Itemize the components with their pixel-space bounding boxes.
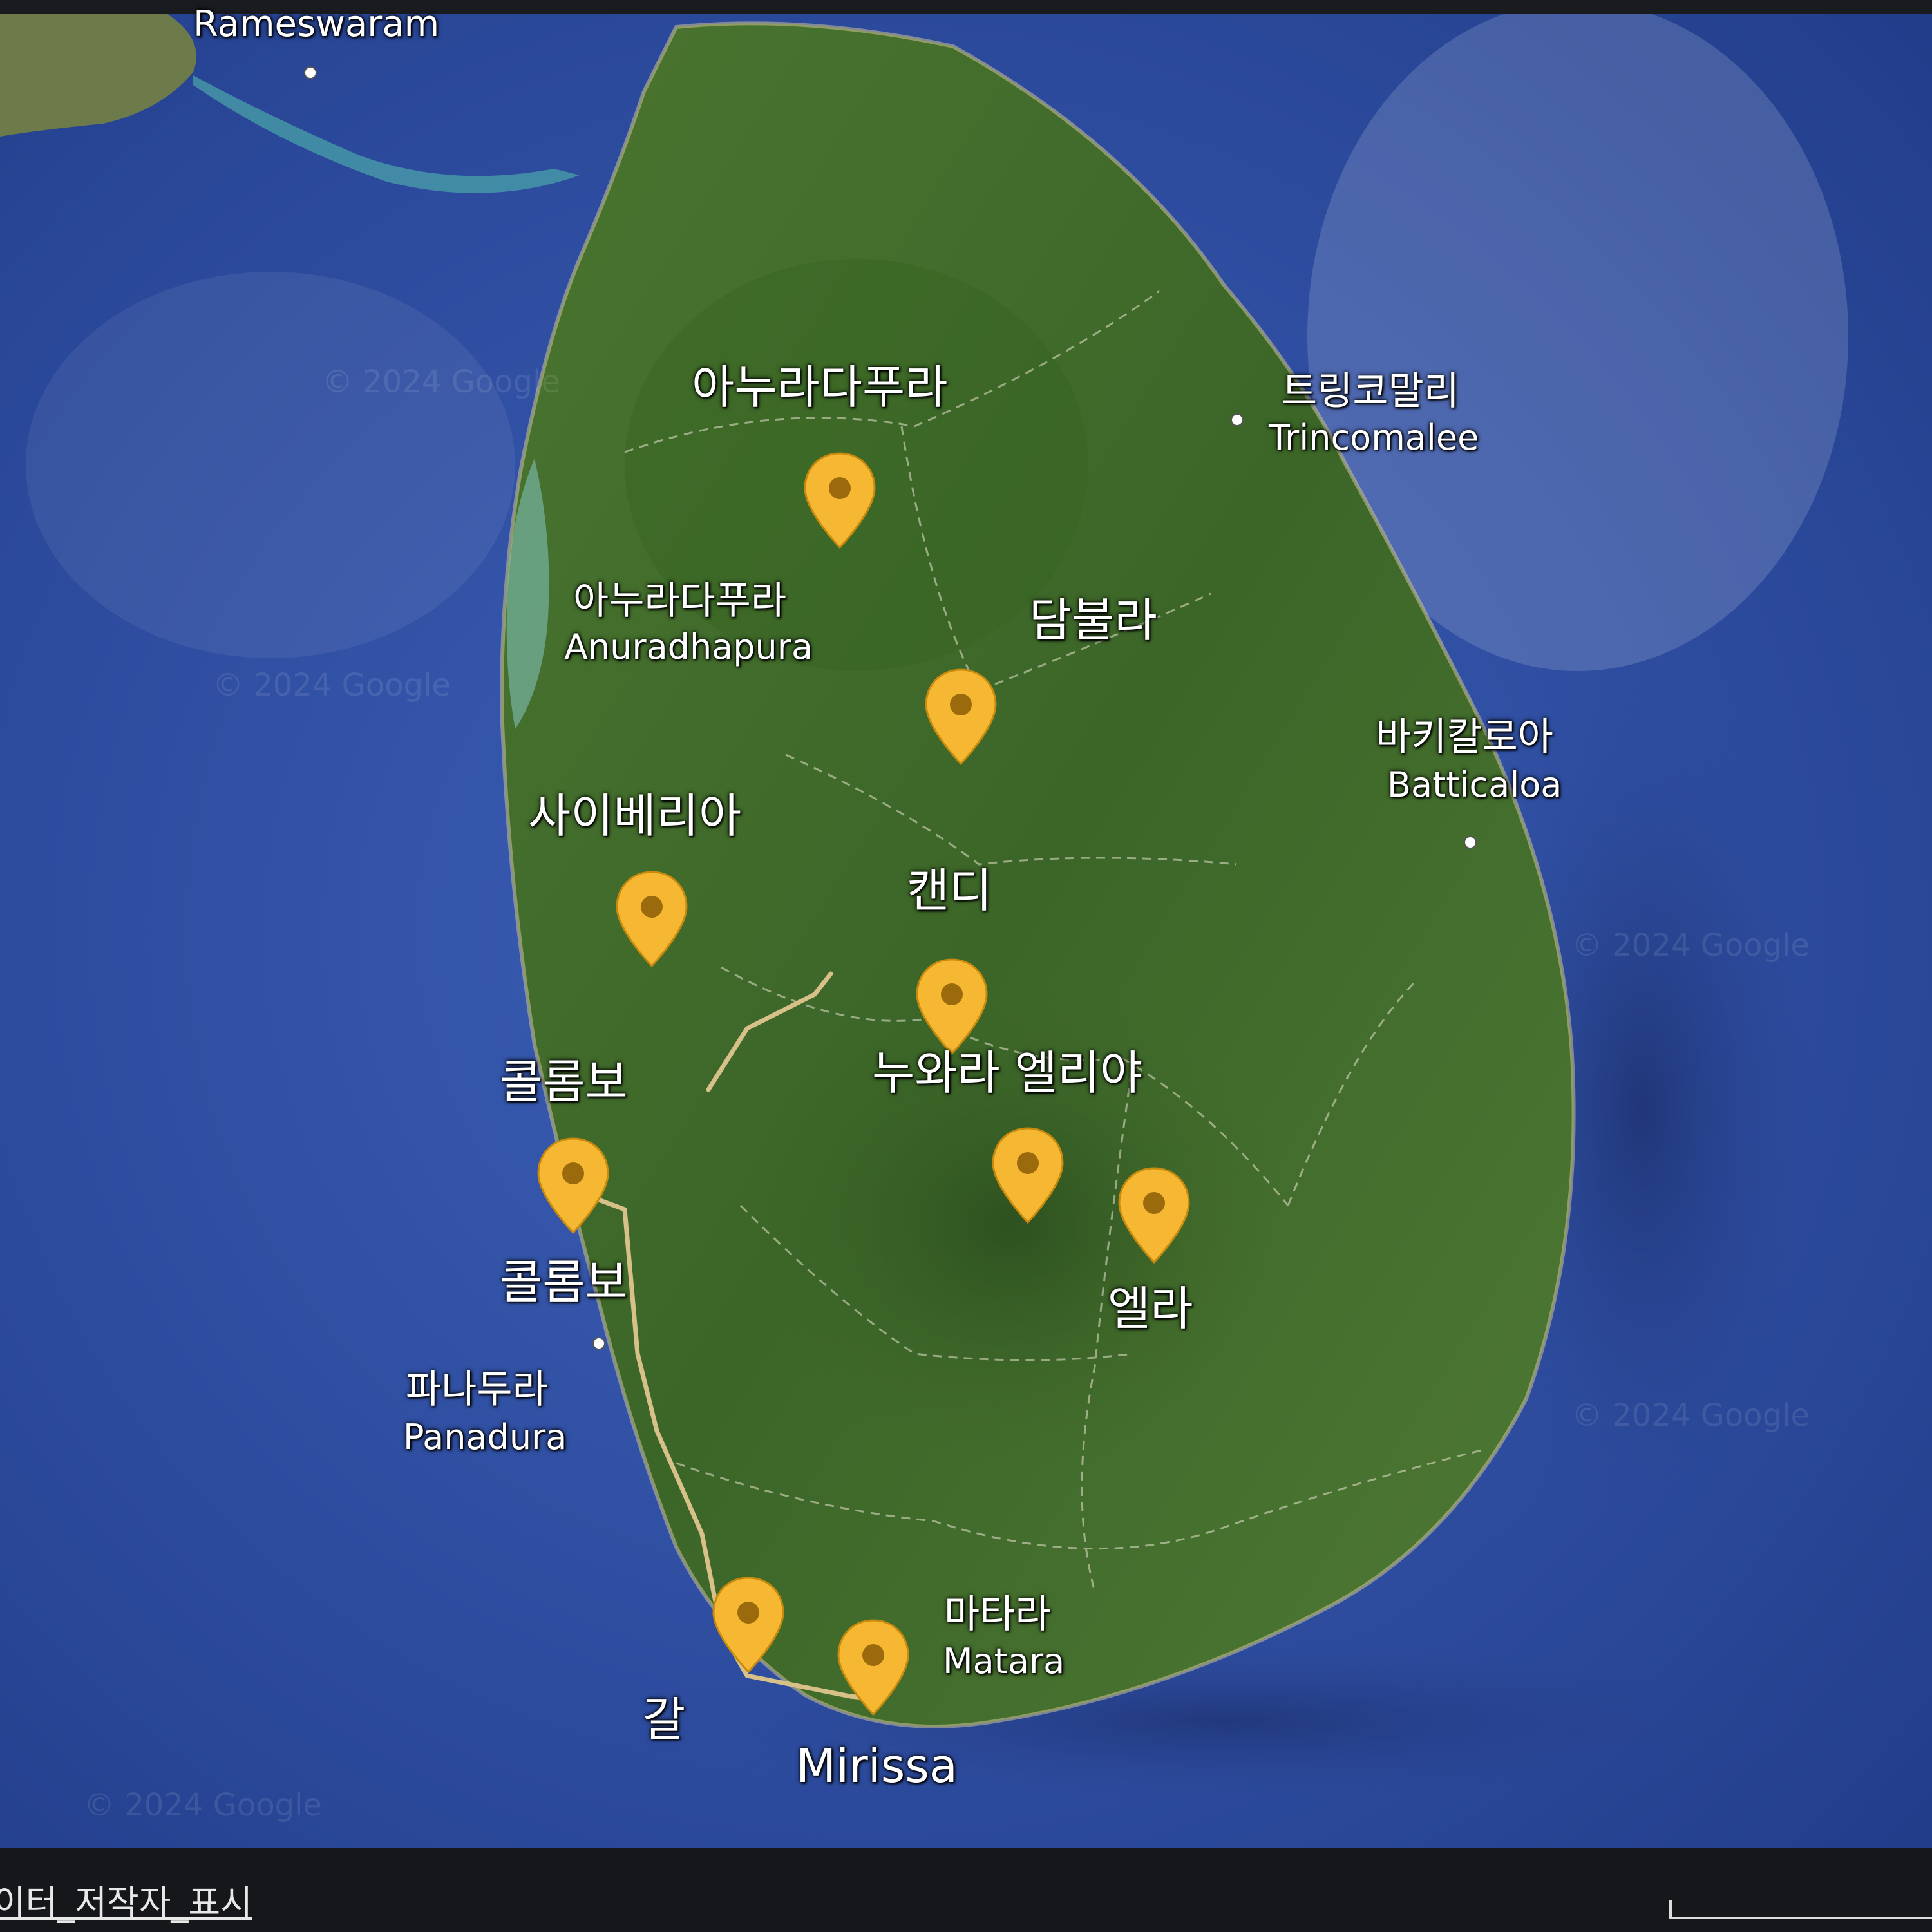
place-label-rameswaram: Rameswaram [193, 3, 440, 45]
route-label-galle: 갈 [643, 1692, 686, 1747]
place-label-batticaloa-en: Batticaloa [1387, 764, 1562, 805]
route-label-kandy: 캔디 [907, 864, 992, 918]
map-watermark: © 2024 Google [1571, 1397, 1810, 1434]
map-pin-colombo[interactable] [535, 1136, 612, 1239]
map-watermark: © 2024 Google [84, 1787, 322, 1823]
map-watermark: © 2024 Google [322, 364, 560, 400]
footer-bar [0, 1848, 1932, 1932]
map-pin-sigiriya[interactable] [613, 869, 690, 972]
map-pin-dambulla[interactable] [922, 667, 999, 770]
cloud-band-west [26, 272, 515, 658]
map-watermark: © 2024 Google [213, 667, 451, 703]
map-watermark: © 2024 Google [1571, 927, 1810, 963]
route-label-mirissa: Mirissa [796, 1739, 958, 1793]
place-label-anuradhapura-en: Anuradhapura [564, 627, 813, 667]
place-label-anuradhapura-ko: 아누라다푸라 [573, 578, 787, 623]
map-pin-mirissa[interactable] [835, 1618, 912, 1721]
place-label-panadura-ko: 파나두라 [406, 1367, 548, 1412]
route-label-anuradhapura: 아누라다푸라 [692, 360, 948, 414]
route-label-ella: 엘라 [1108, 1282, 1193, 1336]
route-label-dambulla: 담불라 [1029, 593, 1157, 647]
place-label-batticaloa-ko: 바키칼로아 [1376, 715, 1553, 760]
place-label-trincomalee-en: Trincomalee [1269, 417, 1479, 458]
place-label-colombo: 콜롬보 [500, 1255, 628, 1309]
attribution-link[interactable]: 이터_저작자_표시 [0, 1874, 252, 1925]
route-label-colombo: 콜롬보 [500, 1055, 628, 1109]
place-label-matara-ko: 마타라 [944, 1592, 1051, 1637]
place-label-panadura-en: Panadura [403, 1417, 567, 1457]
place-label-matara-en: Matara [943, 1641, 1065, 1681]
map-viewport[interactable]: © 2024 Google © 2024 Google © 2024 Googl… [0, 0, 1932, 1932]
map-pin-nuwara-eliya[interactable] [989, 1126, 1066, 1229]
place-label-trincomalee-ko: 트링코말리 [1282, 369, 1459, 414]
route-label-sigiriya: 사이베리아 [528, 789, 742, 843]
route-label-nuwara-eliya: 누와라 엘리야 [872, 1046, 1143, 1100]
map-pin-ella[interactable] [1115, 1166, 1193, 1269]
map-pin-anuradhapura[interactable] [801, 451, 878, 554]
scale-bar [1669, 1900, 1932, 1919]
map-pin-kandy[interactable] [913, 957, 990, 1060]
map-pin-galle[interactable] [710, 1575, 787, 1678]
